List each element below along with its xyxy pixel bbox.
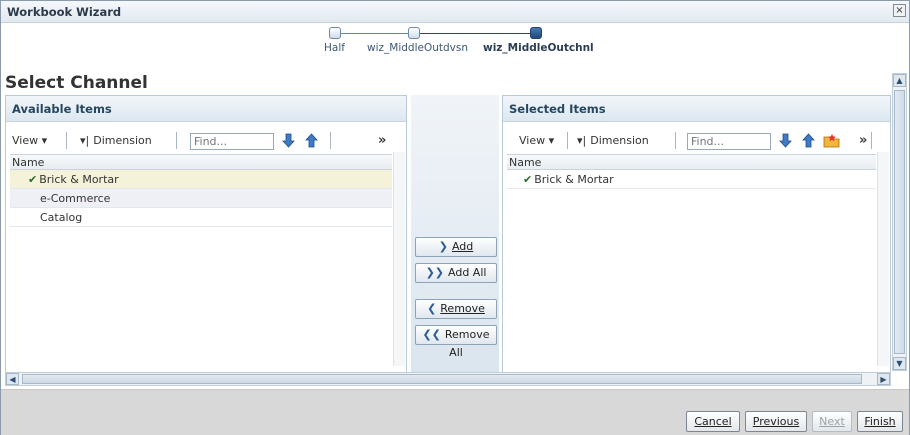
move-all-right-icon: ❯❯ <box>425 266 444 279</box>
previous-button[interactable]: Previous <box>745 411 807 432</box>
add-label: Add <box>451 240 474 253</box>
finish-button[interactable]: Finish <box>857 411 903 432</box>
available-items-panel: Available Items View ▾ ▾|Dimension » Nam… <box>5 95 407 373</box>
add-all-button[interactable]: ❯❯ Add All <box>415 263 497 283</box>
wizard-footer: Cancel Previous Next Finish <box>1 389 909 435</box>
scroll-left-icon[interactable]: ◀ <box>6 373 19 385</box>
dimension-label: Dimension <box>93 134 152 147</box>
view-label: View <box>519 134 546 147</box>
previous-label: Previous <box>752 415 800 428</box>
view-label: View <box>12 134 39 147</box>
chevron-down-icon: ▾ <box>41 134 48 147</box>
next-label: Next <box>819 415 845 428</box>
add-all-label: Add All <box>448 266 487 279</box>
toolbar-divider <box>176 132 177 149</box>
remove-button[interactable]: ❮ Remove <box>415 299 497 319</box>
toolbar-divider <box>675 132 676 149</box>
selected-items-header: Selected Items <box>503 96 890 122</box>
finish-label: Finish <box>864 415 896 428</box>
train-connector <box>336 33 414 34</box>
find-input[interactable] <box>687 133 771 150</box>
table-row[interactable]: ✔ Brick & Mortar <box>507 170 876 189</box>
move-all-left-icon: ❮❮ <box>422 328 441 341</box>
arrow-down-icon[interactable] <box>280 132 297 149</box>
selected-scrollbar[interactable] <box>877 152 889 366</box>
scrollbar-thumb[interactable] <box>22 374 862 384</box>
shuttle-controls: ❯ Add ❯❯ Add All ❮ Remove ❮❮ Remove All <box>411 95 499 373</box>
add-button[interactable]: ❯ Add <box>415 237 497 257</box>
remove-all-button[interactable]: ❮❮ Remove All <box>415 325 497 359</box>
toolbar-divider <box>871 132 872 149</box>
toolbar-divider <box>330 132 331 149</box>
folder-icon[interactable] <box>823 132 840 149</box>
train-step-label-current: wiz_MiddleOutchnl <box>483 42 594 54</box>
chevron-down-icon: ▾ <box>548 134 555 147</box>
table-row[interactable]: e-Commerce <box>10 189 392 208</box>
train-step-label[interactable]: Half <box>324 42 345 54</box>
table-row[interactable]: Catalog <box>10 208 392 227</box>
move-left-icon: ❮ <box>427 302 437 315</box>
selected-items-panel: Selected Items View ▾ ▾|Dimension » Name <box>502 95 891 373</box>
train-step-middleoutchnl <box>530 27 542 39</box>
scrollbar-thumb[interactable] <box>894 90 905 354</box>
train-step-middleoutdvsn[interactable] <box>408 27 420 39</box>
chevron-down-icon: ▾ <box>577 134 583 147</box>
toolbar-divider <box>66 132 67 149</box>
arrow-down-icon[interactable] <box>777 132 794 149</box>
remove-label: Remove <box>440 302 485 315</box>
row-label: Catalog <box>40 211 83 224</box>
wizard-train: Half wiz_MiddleOutdvsn wiz_MiddleOutchnl <box>321 25 611 61</box>
check-icon: ✔ <box>28 173 38 186</box>
workbook-wizard-window: Workbook Wizard × Half wiz_MiddleOutdvsn… <box>0 0 910 435</box>
toolbar-overflow-button[interactable]: » <box>859 133 867 148</box>
available-toolbar: View ▾ ▾|Dimension » <box>10 130 392 152</box>
view-menu[interactable]: View ▾ <box>519 134 554 147</box>
page-horizontal-scrollbar[interactable]: ◀ ▶ <box>5 372 891 386</box>
toolbar-overflow-button[interactable]: » <box>378 133 386 148</box>
dimension-label: Dimension <box>590 134 649 147</box>
train-step-label[interactable]: wiz_MiddleOutdvsn <box>367 42 468 54</box>
next-button: Next <box>812 411 852 432</box>
scroll-down-icon[interactable]: ▼ <box>893 357 906 370</box>
train-step-half[interactable] <box>329 27 341 39</box>
available-scrollbar[interactable] <box>393 152 405 366</box>
close-icon[interactable]: × <box>893 4 906 17</box>
check-icon: ✔ <box>523 173 533 186</box>
move-right-icon: ❯ <box>438 240 448 253</box>
column-header-name[interactable]: Name <box>10 155 392 170</box>
page-vertical-scrollbar[interactable]: ▲ ▼ <box>892 73 907 371</box>
dimension-menu[interactable]: ▾| Dimension <box>80 134 152 147</box>
column-header-name[interactable]: Name <box>507 155 876 170</box>
scroll-up-icon[interactable]: ▲ <box>893 74 906 87</box>
chevron-down-icon: ▾ <box>80 134 86 147</box>
remove-all-label: Remove All <box>444 328 490 359</box>
available-items-table: Name ✔ Brick & Mortar e-Commerce Catalog <box>10 154 392 366</box>
window-title: Workbook Wizard <box>7 5 122 19</box>
title-bar: Workbook Wizard × <box>1 1 909 23</box>
row-label: Brick & Mortar <box>534 173 614 186</box>
cancel-label: Cancel <box>694 415 732 428</box>
table-row[interactable]: ✔ Brick & Mortar <box>10 170 392 189</box>
find-input[interactable] <box>190 133 274 150</box>
scroll-right-icon[interactable]: ▶ <box>877 373 890 385</box>
selected-toolbar: View ▾ ▾|Dimension » <box>507 130 876 152</box>
cancel-button[interactable]: Cancel <box>686 411 740 432</box>
selected-items-table: Name ✔ Brick & Mortar <box>507 154 876 366</box>
arrow-up-icon[interactable] <box>303 132 320 149</box>
dimension-menu[interactable]: ▾| Dimension <box>577 134 649 147</box>
train-connector <box>415 33 537 34</box>
view-menu[interactable]: View ▾ <box>12 134 47 147</box>
row-label: Brick & Mortar <box>39 173 119 186</box>
page-title: Select Channel <box>5 73 148 93</box>
available-items-header: Available Items <box>6 96 406 122</box>
arrow-up-icon[interactable] <box>800 132 817 149</box>
toolbar-divider <box>567 132 568 149</box>
row-label: e-Commerce <box>40 192 111 205</box>
